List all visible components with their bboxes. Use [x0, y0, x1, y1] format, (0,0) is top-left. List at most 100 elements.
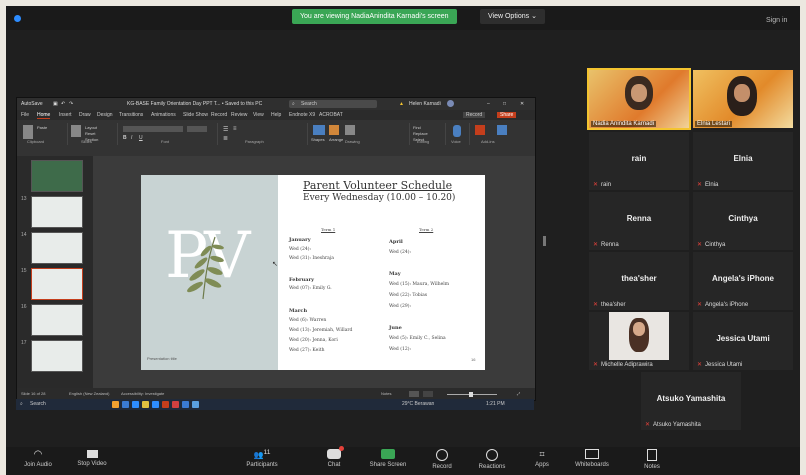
stop-video-button[interactable]: Stop Video	[62, 449, 122, 467]
participant-tile[interactable]: thea'sher ✕ thea'sher	[589, 252, 689, 310]
ribbon-item-arrange[interactable]: Arrange	[329, 137, 343, 142]
sign-in-link[interactable]: Sign in	[766, 17, 787, 24]
tab-help[interactable]: Help	[271, 112, 281, 118]
app-icon[interactable]	[192, 401, 199, 408]
chat-button[interactable]: Chat	[304, 446, 364, 468]
participant-tile[interactable]: Elnia ✕ Elnia	[693, 132, 793, 190]
align-icon[interactable]: ≣	[223, 135, 228, 142]
slide-thumbnail-selected[interactable]	[31, 268, 83, 300]
clock[interactable]: 1:21 PM	[486, 401, 505, 407]
tab-view[interactable]: View	[253, 112, 264, 118]
tab-review[interactable]: Review	[231, 112, 247, 118]
tab-design[interactable]: Design	[97, 112, 113, 118]
tab-insert[interactable]: Insert	[59, 112, 72, 118]
app-icon[interactable]	[152, 401, 159, 408]
app-icon[interactable]	[172, 401, 179, 408]
participant-video-tile[interactable]: Elnia Lestari	[693, 70, 793, 128]
dictate-icon[interactable]	[453, 125, 461, 137]
notes-button[interactable]: Notes	[622, 449, 682, 470]
bullets-icon[interactable]: ☰	[223, 126, 228, 133]
ribbon-item-layout[interactable]: Layout	[85, 125, 97, 130]
avatar[interactable]	[447, 100, 454, 107]
share-screen-button[interactable]: Share Screen	[358, 449, 418, 468]
windows-search-label[interactable]: Search	[30, 401, 46, 407]
paste-icon[interactable]	[23, 125, 33, 139]
font-name-select[interactable]	[123, 126, 183, 132]
numbering-icon[interactable]: ≡	[233, 126, 237, 132]
participant-video-tile[interactable]: ✕ Michelle Adiprawira	[589, 312, 689, 370]
bold-icon[interactable]: B	[123, 135, 127, 141]
participant-video-tile[interactable]: Nadia Anindita Karnadi	[587, 68, 691, 130]
shapes-icon[interactable]	[313, 125, 325, 135]
windows-search-icon[interactable]: ⌕	[20, 401, 23, 407]
tab-slide-show[interactable]: Slide Show	[183, 112, 208, 118]
undo-icon[interactable]: ↶	[61, 101, 65, 107]
language-status[interactable]: English (New Zealand)	[69, 391, 109, 396]
normal-view-icon[interactable]	[409, 391, 419, 397]
app-icon[interactable]	[142, 401, 149, 408]
autosave-toggle[interactable]: AutoSave	[21, 101, 43, 107]
tab-endnote[interactable]: Endnote X9	[289, 112, 315, 118]
ribbon-item-replace[interactable]: Replace	[413, 131, 428, 136]
record-button[interactable]: Record	[463, 112, 486, 118]
new-slide-icon[interactable]	[71, 125, 81, 137]
ribbon-item-shapes[interactable]: Shapes	[311, 137, 325, 142]
italic-icon[interactable]: I	[131, 135, 132, 141]
save-icon[interactable]: ▣	[53, 101, 58, 107]
arrange-icon[interactable]	[329, 125, 339, 135]
ribbon-item-find[interactable]: Find	[413, 125, 421, 130]
participant-tile[interactable]: Angela's iPhone ✕ Angela's iPhone	[693, 252, 793, 310]
participant-tile[interactable]: rain ✕ rain	[589, 132, 689, 190]
participant-tile[interactable]: Cinthya ✕ Cinthya	[693, 192, 793, 250]
slide-thumbnail[interactable]	[31, 340, 83, 372]
add-ins-icon[interactable]	[475, 125, 485, 135]
share-button[interactable]: Share	[497, 112, 517, 118]
slide-thumbnail[interactable]	[31, 304, 83, 336]
tab-transitions[interactable]: Transitions	[119, 112, 143, 118]
font-size-select[interactable]	[187, 126, 207, 132]
tab-file[interactable]: File	[21, 112, 29, 118]
scrollbar[interactable]	[543, 236, 546, 246]
designer-icon[interactable]	[497, 125, 507, 135]
security-shield-icon[interactable]	[14, 15, 21, 22]
minimize-icon[interactable]: –	[487, 101, 490, 107]
ppt-search-box[interactable]: ⌕ Search	[289, 100, 377, 108]
fit-to-window-icon[interactable]: ⤢	[517, 391, 520, 396]
accessibility-status[interactable]: Accessibility: Investigate	[121, 391, 164, 396]
weather-status[interactable]: 29°C Berawan	[402, 401, 434, 407]
tab-draw[interactable]: Draw	[79, 112, 91, 118]
quick-styles-icon[interactable]	[345, 125, 355, 135]
tab-acrobat[interactable]: ACROBAT	[319, 112, 343, 118]
participant-label-text: Jessica Utami	[705, 362, 743, 368]
slide-thumbnail[interactable]	[31, 232, 83, 264]
participants-button[interactable]: 👥11 Participants	[232, 449, 292, 468]
underline-icon[interactable]: U	[139, 135, 143, 141]
join-audio-button[interactable]: ◠ Join Audio	[8, 449, 68, 468]
participant-tile[interactable]: Jessica Utami ✕ Jessica Utami	[693, 312, 793, 370]
app-icon[interactable]	[122, 401, 129, 408]
slide-thumbnail[interactable]	[31, 196, 83, 228]
mic-muted-icon: ✕	[645, 422, 651, 428]
view-options-button[interactable]: View Options ⌄	[480, 9, 545, 24]
powerpoint-icon[interactable]	[162, 401, 169, 408]
app-icon[interactable]	[182, 401, 189, 408]
tab-home[interactable]: Home	[37, 112, 51, 119]
slide-thumbnail[interactable]	[31, 160, 83, 192]
participant-name: Elnia Lestari	[695, 121, 733, 127]
zoom-slider-handle[interactable]	[469, 392, 473, 397]
participant-tile[interactable]: Atsuko Yamashita ✕ Atsuko Yamashita	[641, 372, 741, 430]
app-icon[interactable]	[132, 401, 139, 408]
slide-sorter-icon[interactable]	[423, 391, 433, 397]
notes-button[interactable]: Notes	[381, 391, 391, 396]
participant-tile[interactable]: Renna ✕ Renna	[589, 192, 689, 250]
view-options-label: View Options	[488, 13, 530, 20]
whiteboards-button[interactable]: Whiteboards	[562, 449, 622, 468]
tab-record[interactable]: Record	[211, 112, 227, 118]
app-icon[interactable]	[112, 401, 119, 408]
maximize-icon[interactable]: □	[503, 101, 506, 107]
tab-animations[interactable]: Animations	[151, 112, 176, 118]
ribbon-item-reset[interactable]: Reset	[85, 131, 95, 136]
close-icon[interactable]: ✕	[520, 101, 524, 107]
ribbon-item-paste[interactable]: Paste	[37, 125, 47, 130]
redo-icon[interactable]: ↷	[69, 101, 73, 107]
